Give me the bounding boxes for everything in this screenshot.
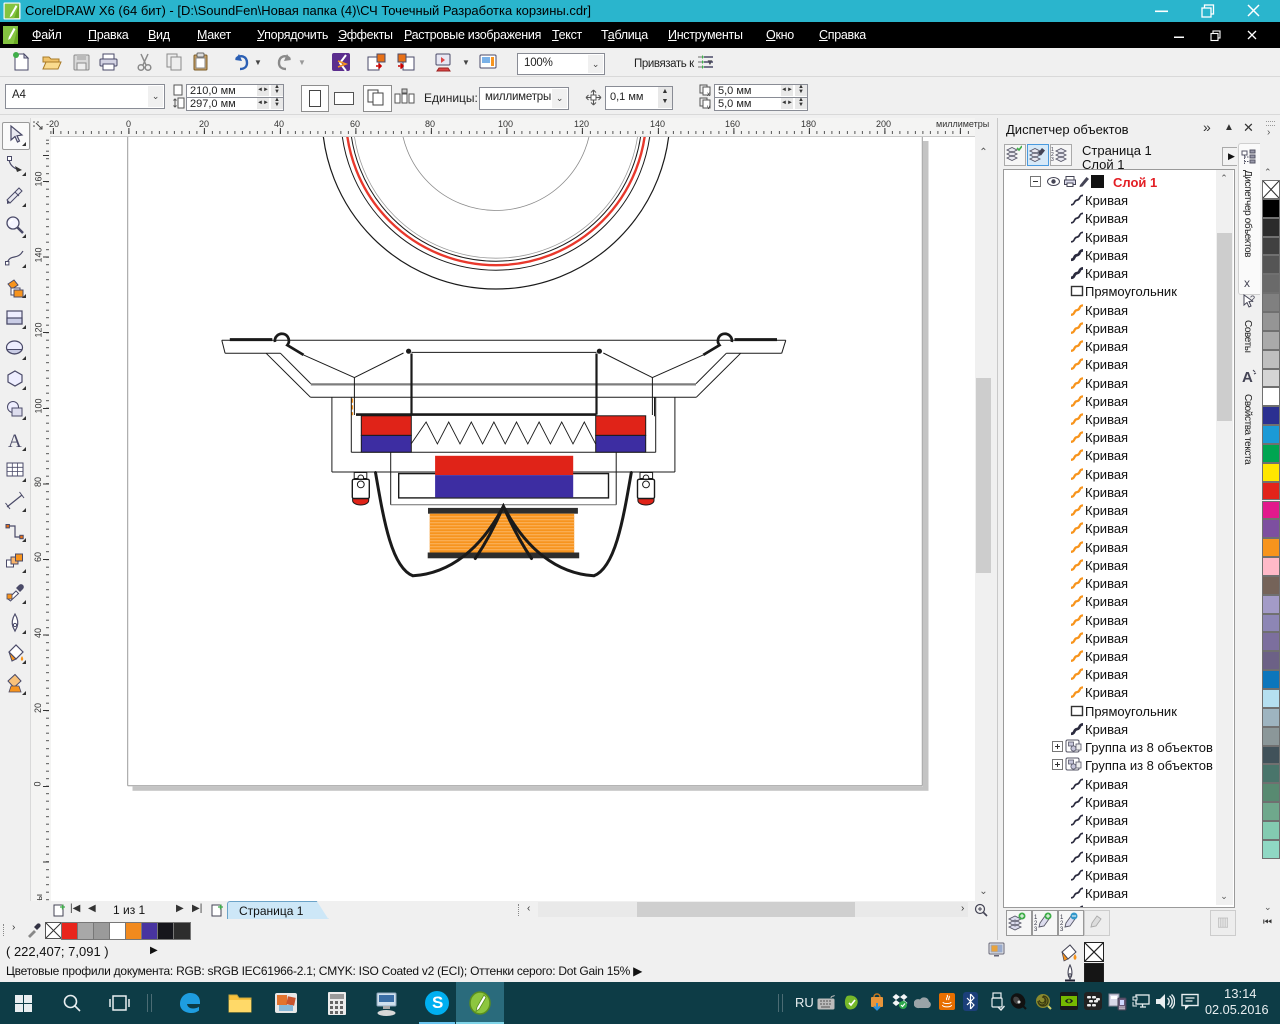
svg-text:A: A bbox=[8, 431, 22, 452]
svg-text:y: y bbox=[707, 105, 710, 109]
svg-text:?: ? bbox=[1250, 294, 1255, 304]
svg-text:А: А bbox=[1242, 369, 1253, 385]
svg-text:3: 3 bbox=[1051, 157, 1054, 162]
svg-text:3: 3 bbox=[1060, 927, 1064, 931]
svg-text:3: 3 bbox=[1034, 927, 1038, 931]
svg-text:x: x bbox=[707, 92, 710, 96]
